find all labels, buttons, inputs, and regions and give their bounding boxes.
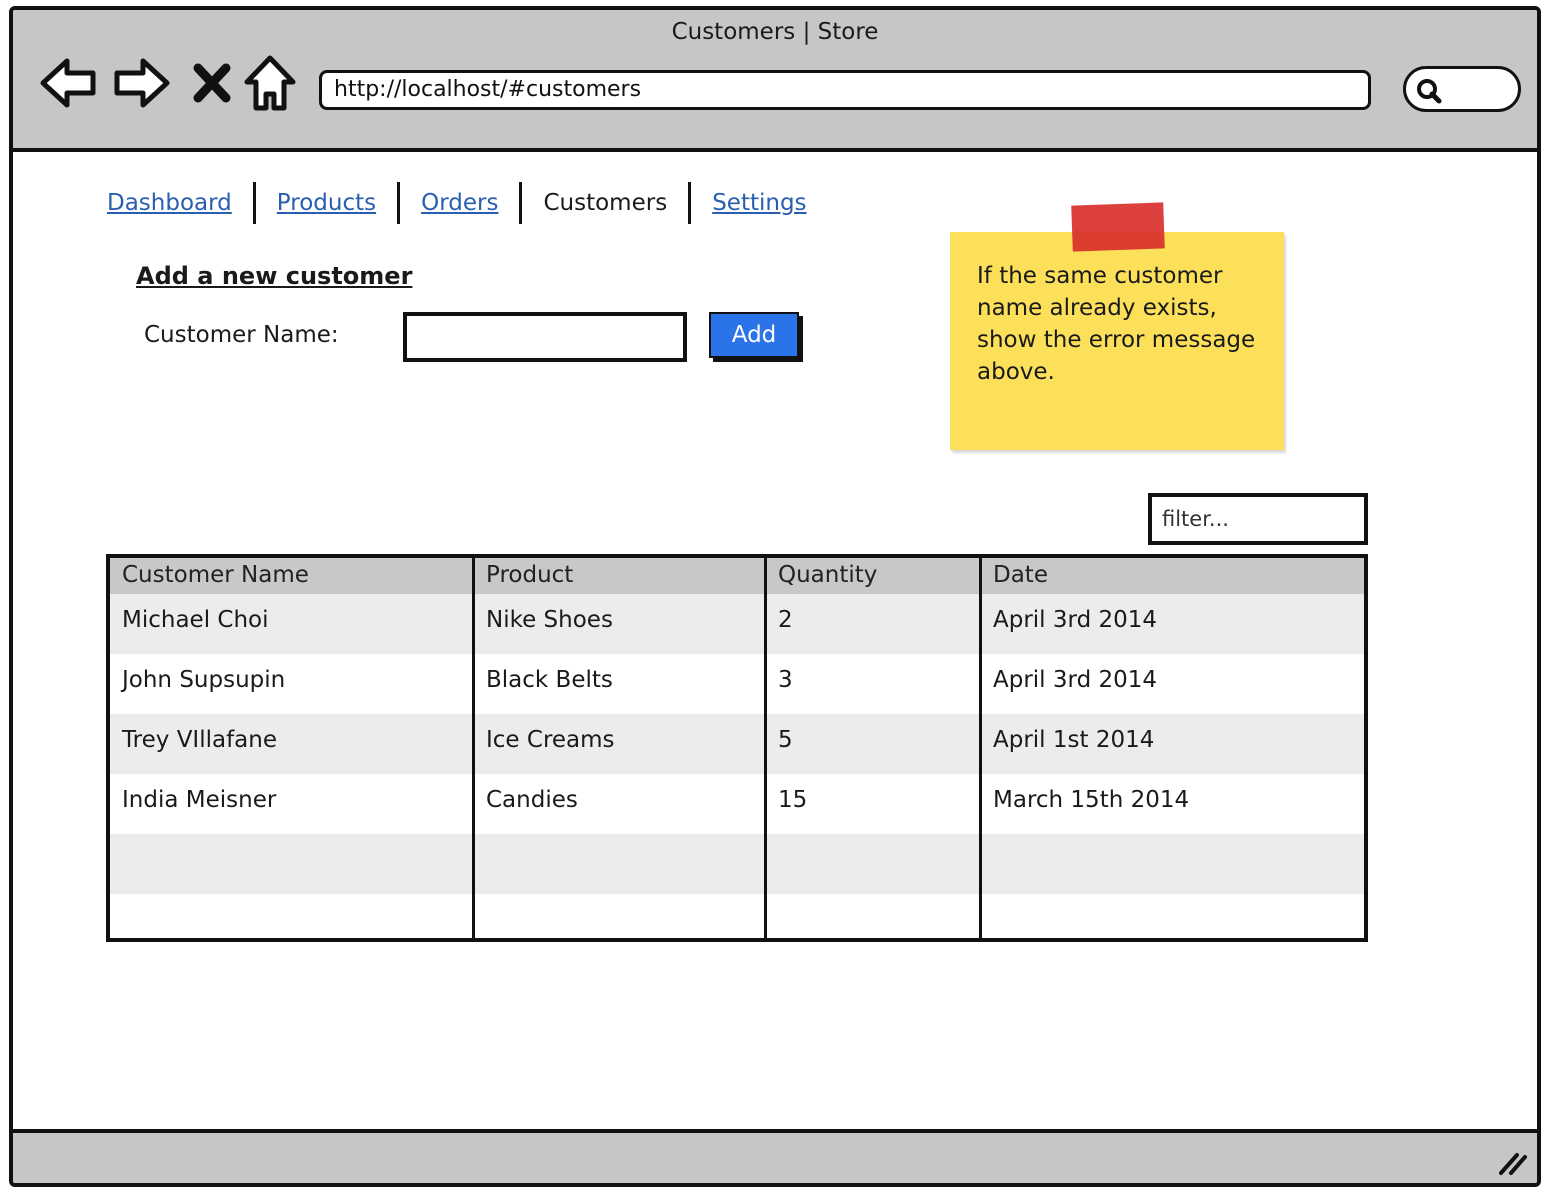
cell-customer-name: Michael Choi xyxy=(122,607,269,633)
table-row[interactable]: Trey VIllafane Ice Creams 5 April 1st 20… xyxy=(110,714,1364,774)
add-customer-heading: Add a new customer xyxy=(136,262,413,290)
cell-quantity: 5 xyxy=(778,727,793,753)
cell-customer-name: India Meisner xyxy=(122,787,277,813)
tab-dashboard[interactable]: Dashboard xyxy=(107,182,232,224)
tab-separator xyxy=(519,182,523,224)
back-icon xyxy=(40,58,96,108)
column-header-date[interactable]: Date xyxy=(981,558,1364,594)
cell-product xyxy=(474,894,766,938)
table-row-empty xyxy=(110,894,1364,938)
column-divider xyxy=(472,558,475,938)
search-icon xyxy=(1417,79,1442,104)
column-divider xyxy=(764,558,767,938)
stop-button[interactable] xyxy=(181,54,243,112)
tab-separator xyxy=(688,182,692,224)
stop-icon xyxy=(193,63,231,103)
nav-tabs: Dashboard Products Orders Customers Sett… xyxy=(107,182,807,224)
cell-date: March 15th 2014 xyxy=(993,787,1190,813)
sticky-note-text: If the same customer name already exists… xyxy=(977,263,1256,385)
customer-name-input[interactable] xyxy=(403,312,687,362)
cell-date xyxy=(981,834,1364,894)
table-row[interactable]: John Supsupin Black Belts 3 April 3rd 20… xyxy=(110,654,1364,714)
column-header-quantity[interactable]: Quantity xyxy=(766,558,981,594)
cell-quantity: 15 xyxy=(778,787,808,813)
cell-product: Ice Creams xyxy=(486,727,615,753)
filter-input[interactable]: filter... xyxy=(1148,493,1368,545)
home-icon xyxy=(244,55,296,111)
cell-product: Nike Shoes xyxy=(486,607,613,633)
table-row[interactable]: India Meisner Candies 15 March 15th 2014 xyxy=(110,774,1364,834)
table-row-empty xyxy=(110,834,1364,894)
browser-search-box[interactable] xyxy=(1403,66,1521,112)
back-button[interactable] xyxy=(37,54,99,112)
cell-product xyxy=(474,834,766,894)
cell-date: April 1st 2014 xyxy=(993,727,1155,753)
cell-quantity: 2 xyxy=(778,607,793,633)
table-header-row: Customer Name Product Quantity Date xyxy=(110,558,1364,594)
forward-button[interactable] xyxy=(111,54,173,112)
home-button[interactable] xyxy=(239,54,301,112)
cell-customer-name xyxy=(110,894,474,938)
cell-date: April 3rd 2014 xyxy=(993,607,1158,633)
browser-statusbar xyxy=(13,1129,1537,1183)
column-header-customer-name[interactable]: Customer Name xyxy=(110,558,474,594)
tab-orders[interactable]: Orders xyxy=(421,182,498,224)
sticky-tape xyxy=(1071,202,1165,252)
window-title: Customers | Store xyxy=(671,19,879,45)
tab-settings[interactable]: Settings xyxy=(712,182,806,224)
tab-customers: Customers xyxy=(543,190,668,216)
cell-date xyxy=(981,894,1364,938)
tab-separator xyxy=(252,182,256,224)
cell-product: Candies xyxy=(486,787,578,813)
address-bar[interactable]: http://localhost/#customers xyxy=(319,70,1371,110)
cell-product: Black Belts xyxy=(486,667,613,693)
customer-name-label: Customer Name: xyxy=(144,322,339,348)
cell-customer-name: John Supsupin xyxy=(122,667,286,693)
cell-quantity xyxy=(766,894,981,938)
browser-titlebar: Customers | Store http://localhost/#cust… xyxy=(13,10,1537,152)
add-customer-button[interactable]: Add xyxy=(709,312,799,358)
customers-table: Customer Name Product Quantity Date Mich… xyxy=(106,554,1368,942)
cell-quantity: 3 xyxy=(778,667,793,693)
resize-grip-icon[interactable] xyxy=(1495,1147,1529,1177)
column-header-product[interactable]: Product xyxy=(474,558,766,594)
page-content: Dashboard Products Orders Customers Sett… xyxy=(13,156,1537,1129)
tab-separator xyxy=(397,182,401,224)
table-row[interactable]: Michael Choi Nike Shoes 2 April 3rd 2014 xyxy=(110,594,1364,654)
cell-quantity xyxy=(766,834,981,894)
cell-customer-name xyxy=(110,834,474,894)
tab-products[interactable]: Products xyxy=(277,182,376,224)
browser-window: Customers | Store http://localhost/#cust… xyxy=(9,6,1541,1187)
cell-date: April 3rd 2014 xyxy=(993,667,1158,693)
forward-icon xyxy=(114,58,170,108)
column-divider xyxy=(979,558,982,938)
cell-customer-name: Trey VIllafane xyxy=(122,727,278,753)
